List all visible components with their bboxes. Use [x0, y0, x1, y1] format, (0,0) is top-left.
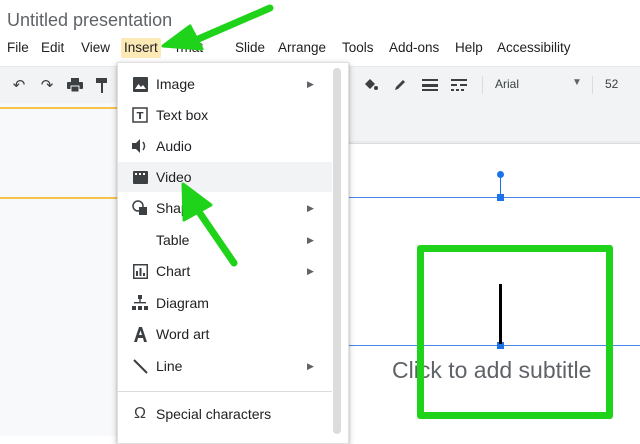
submenu-arrow-icon: ▶	[307, 234, 314, 245]
menu-item-special-characters[interactable]: Ω Special characters	[118, 399, 348, 429]
image-icon	[131, 75, 149, 93]
menu-help[interactable]: Help	[455, 38, 483, 58]
annotation-highlight-box	[417, 245, 613, 419]
menu-item-shape[interactable]: Shap ▶	[118, 193, 348, 223]
menu-item-text-box[interactable]: T Text box	[118, 100, 348, 130]
textbox-icon: T	[131, 106, 149, 124]
menu-arrange[interactable]: Arrange	[278, 38, 326, 58]
menu-item-label: Word art	[156, 326, 210, 342]
menu-separator	[118, 391, 332, 392]
thumbnail-border	[0, 197, 117, 199]
insert-menu: Image ▶ T Text box Audio Video Shap ▶ Ta…	[117, 62, 349, 444]
thumbnail-border	[0, 107, 117, 109]
menu-slide[interactable]: Slide	[235, 38, 265, 58]
document-title[interactable]: Untitled presentation	[7, 10, 172, 31]
menu-edit[interactable]: Edit	[41, 38, 64, 58]
diagram-icon	[131, 294, 149, 312]
menu-file[interactable]: File	[7, 38, 29, 58]
toolbar-divider	[482, 76, 483, 94]
font-family-select[interactable]: Arial	[495, 77, 519, 91]
menu-insert[interactable]: Insert	[121, 38, 161, 58]
menu-item-diagram[interactable]: Diagram	[118, 288, 348, 318]
menu-addons[interactable]: Add-ons	[389, 38, 439, 58]
submenu-arrow-icon: ▶	[307, 360, 314, 371]
font-size-field[interactable]: 52	[605, 77, 618, 91]
menu-view[interactable]: View	[81, 38, 110, 58]
menu-item-line[interactable]: Line ▶	[118, 351, 348, 381]
shape-icon	[131, 199, 149, 217]
menu-item-image[interactable]: Image ▶	[118, 69, 348, 99]
menu-item-table[interactable]: Table ▶	[118, 225, 348, 255]
line-icon	[131, 357, 149, 375]
border-color-icon[interactable]	[390, 75, 410, 95]
border-weight-icon[interactable]	[420, 75, 440, 95]
menu-format[interactable]: rmat	[176, 38, 203, 58]
selection-guide-line	[345, 197, 640, 198]
audio-icon	[131, 137, 149, 155]
menu-item-label: Table	[156, 232, 190, 248]
redo-icon[interactable]: ↷	[37, 75, 57, 95]
menubar: File Edit View Insert rmat Slide Arrange…	[0, 38, 640, 58]
omega-icon: Ω	[134, 405, 146, 422]
menu-item-label: Image	[156, 76, 195, 92]
rotate-handle[interactable]	[497, 171, 504, 178]
menu-item-label: Diagram	[156, 295, 209, 311]
menu-item-word-art[interactable]: Word art	[118, 319, 348, 349]
chart-icon	[131, 262, 149, 280]
menu-item-label: Shap	[156, 200, 189, 216]
fill-color-icon[interactable]	[360, 75, 380, 95]
submenu-arrow-icon: ▶	[307, 202, 314, 213]
menu-item-label: Chart	[156, 263, 191, 279]
svg-text:T: T	[137, 111, 144, 122]
menu-item-label: Text box	[156, 107, 209, 123]
wordart-icon	[131, 325, 149, 343]
menu-item-video[interactable]: Video	[118, 162, 332, 192]
menu-item-label: Video	[156, 169, 192, 185]
border-dash-icon[interactable]	[449, 75, 469, 95]
menu-tools[interactable]: Tools	[342, 38, 374, 58]
menu-scrollbar[interactable]	[333, 68, 341, 434]
chevron-down-icon[interactable]: ▼	[572, 77, 582, 88]
menu-item-chart[interactable]: Chart ▶	[118, 256, 348, 286]
filmstrip-panel	[0, 103, 117, 436]
resize-handle[interactable]	[497, 194, 504, 201]
video-icon	[131, 168, 149, 186]
toolbar-divider	[592, 76, 593, 94]
paint-format-icon[interactable]	[92, 75, 112, 95]
menu-item-label: Line	[156, 358, 183, 374]
submenu-arrow-icon: ▶	[307, 78, 314, 89]
print-icon[interactable]	[65, 75, 85, 95]
menu-accessibility[interactable]: Accessibility	[497, 38, 571, 58]
menu-item-label: Audio	[156, 138, 192, 154]
menu-item-audio[interactable]: Audio	[118, 131, 348, 161]
submenu-arrow-icon: ▶	[307, 265, 314, 276]
menu-item-label: Special characters	[156, 406, 272, 422]
undo-icon[interactable]: ↶	[9, 75, 29, 95]
